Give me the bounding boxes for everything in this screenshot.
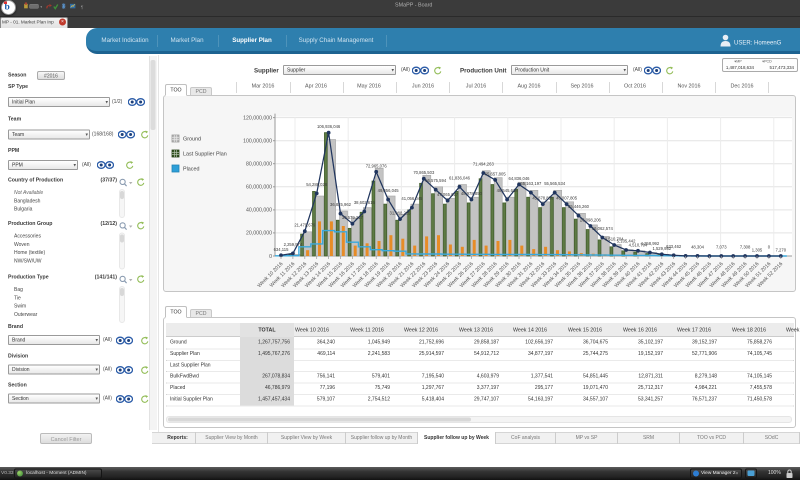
- svg-text:36,825,962: 36,825,962: [330, 202, 352, 207]
- svg-text:48,545,618: 48,545,618: [497, 188, 519, 193]
- svg-text:▾: ▾: [40, 5, 42, 9]
- svg-text:72,965,076: 72,965,076: [366, 163, 388, 168]
- svg-text:Last Supplier Plan: Last Supplier Plan: [183, 152, 227, 158]
- svg-text:30,579,217: 30,579,217: [342, 215, 364, 220]
- svg-text:55,565,534: 55,565,534: [544, 181, 566, 186]
- svg-text:0: 0: [269, 254, 272, 260]
- svg-text:26,098,206: 26,098,206: [580, 218, 602, 223]
- svg-text:80,000,000: 80,000,000: [246, 162, 272, 168]
- svg-text:56,575,594: 56,575,594: [425, 178, 447, 183]
- svg-text:Ground: Ground: [183, 137, 201, 143]
- svg-text:31,988,295: 31,988,295: [390, 211, 412, 216]
- svg-text:40,000,000: 40,000,000: [246, 208, 272, 214]
- svg-text:7,073: 7,073: [716, 245, 727, 250]
- svg-text:35,446,260: 35,446,260: [568, 204, 590, 209]
- svg-text:634,115: 634,115: [274, 247, 289, 252]
- svg-text:48,978,850: 48,978,850: [461, 191, 483, 196]
- svg-text:120,000,000: 120,000,000: [243, 115, 272, 121]
- svg-text:633,462: 633,462: [666, 244, 682, 249]
- svg-text:41,056,045: 41,056,045: [401, 196, 423, 201]
- svg-text:71,494,263: 71,494,263: [473, 162, 495, 167]
- svg-text:46,007,805: 46,007,805: [556, 196, 578, 201]
- svg-text:65,657,805: 65,657,805: [485, 171, 507, 176]
- svg-text:7,308: 7,308: [740, 245, 751, 250]
- svg-text:20,000,000: 20,000,000: [246, 231, 272, 237]
- svg-text:21,479,679: 21,479,679: [294, 223, 316, 228]
- svg-text:106,936,046: 106,936,046: [317, 124, 341, 129]
- svg-text:7,270: 7,270: [776, 248, 787, 253]
- svg-text:16,062,574: 16,062,574: [592, 226, 614, 231]
- svg-text:54,288,028: 54,288,028: [306, 182, 328, 187]
- svg-text:Placed: Placed: [183, 167, 199, 173]
- svg-text:60,000,000: 60,000,000: [246, 185, 272, 191]
- svg-text:47,065,617: 47,065,617: [437, 192, 459, 197]
- svg-text:45,878,850: 45,878,850: [532, 196, 554, 201]
- svg-text:55,163,197: 55,163,197: [520, 181, 542, 186]
- svg-text:2,259,974: 2,259,974: [284, 242, 303, 247]
- svg-text:61,836,046: 61,836,046: [449, 175, 471, 180]
- svg-text:¶: ¶: [81, 4, 84, 10]
- svg-text:49,056,045: 49,056,045: [378, 188, 400, 193]
- svg-text:38,602,615: 38,602,615: [354, 200, 376, 205]
- svg-text:1,305: 1,305: [752, 248, 763, 253]
- svg-text:100,000,000: 100,000,000: [243, 139, 272, 145]
- svg-text:70,865,503: 70,865,503: [413, 170, 435, 175]
- svg-text:48,304: 48,304: [691, 244, 704, 249]
